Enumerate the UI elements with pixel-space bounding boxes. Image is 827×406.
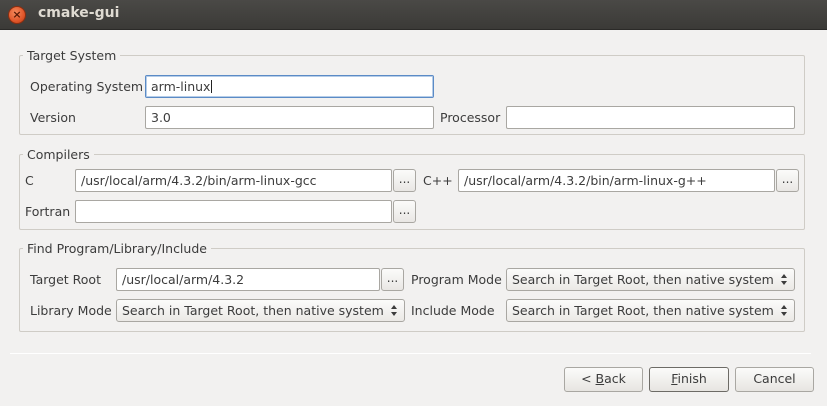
program-mode-select[interactable]: Search in Target Root, then native syste… bbox=[506, 268, 795, 291]
version-label: Version bbox=[30, 110, 76, 125]
finish-rest: inish bbox=[677, 371, 707, 386]
c-compiler-label: C bbox=[25, 173, 34, 188]
fortran-compiler-browse-button[interactable]: ... bbox=[393, 200, 416, 223]
window-title: cmake-gui bbox=[38, 5, 120, 21]
back-button[interactable]: < Back bbox=[564, 367, 643, 392]
library-mode-label: Library Mode bbox=[30, 303, 112, 318]
c-compiler-input[interactable]: /usr/local/arm/4.3.2/bin/arm-linux-gcc bbox=[75, 169, 392, 192]
target-system-title: Target System bbox=[23, 48, 121, 63]
target-root-browse-button[interactable]: ... bbox=[381, 268, 404, 291]
target-root-label: Target Root bbox=[30, 272, 101, 287]
include-mode-value: Search in Target Root, then native syste… bbox=[512, 303, 774, 318]
version-input[interactable]: 3.0 bbox=[145, 106, 434, 129]
chevron-updown-icon bbox=[391, 305, 397, 316]
divider bbox=[10, 353, 811, 354]
back-mnemonic: B bbox=[595, 371, 605, 386]
fortran-compiler-label: Fortran bbox=[25, 204, 71, 219]
target-root-input[interactable]: /usr/local/arm/4.3.2 bbox=[116, 268, 380, 291]
processor-label: Processor bbox=[440, 110, 501, 125]
title-bar: × cmake-gui bbox=[0, 0, 827, 30]
cancel-button[interactable]: Cancel bbox=[735, 367, 814, 392]
chevron-updown-icon bbox=[781, 305, 787, 316]
program-mode-label: Program Mode bbox=[411, 272, 502, 287]
back-rest: ack bbox=[604, 371, 626, 386]
finish-button[interactable]: Finish bbox=[649, 367, 729, 392]
cpp-compiler-browse-button[interactable]: ... bbox=[776, 169, 799, 192]
operating-system-value: arm-linux bbox=[151, 79, 211, 94]
back-prefix: < bbox=[581, 371, 596, 386]
program-mode-value: Search in Target Root, then native syste… bbox=[512, 272, 774, 287]
include-mode-label: Include Mode bbox=[411, 303, 495, 318]
processor-input[interactable] bbox=[506, 106, 795, 129]
chevron-updown-icon bbox=[781, 274, 787, 285]
close-icon[interactable]: × bbox=[8, 6, 26, 24]
operating-system-input[interactable]: arm-linux bbox=[145, 75, 434, 98]
operating-system-label: Operating System bbox=[30, 79, 144, 94]
find-group-title: Find Program/Library/Include bbox=[23, 241, 211, 256]
library-mode-value: Search in Target Root, then native syste… bbox=[122, 303, 384, 318]
c-compiler-browse-button[interactable]: ... bbox=[393, 169, 416, 192]
cpp-compiler-input[interactable]: /usr/local/arm/4.3.2/bin/arm-linux-g++ bbox=[458, 169, 775, 192]
cpp-compiler-label: C++ bbox=[423, 173, 453, 188]
include-mode-select[interactable]: Search in Target Root, then native syste… bbox=[506, 299, 795, 322]
text-caret bbox=[211, 80, 213, 93]
compilers-title: Compilers bbox=[23, 147, 94, 162]
library-mode-select[interactable]: Search in Target Root, then native syste… bbox=[116, 299, 405, 322]
fortran-compiler-input[interactable] bbox=[75, 200, 392, 223]
